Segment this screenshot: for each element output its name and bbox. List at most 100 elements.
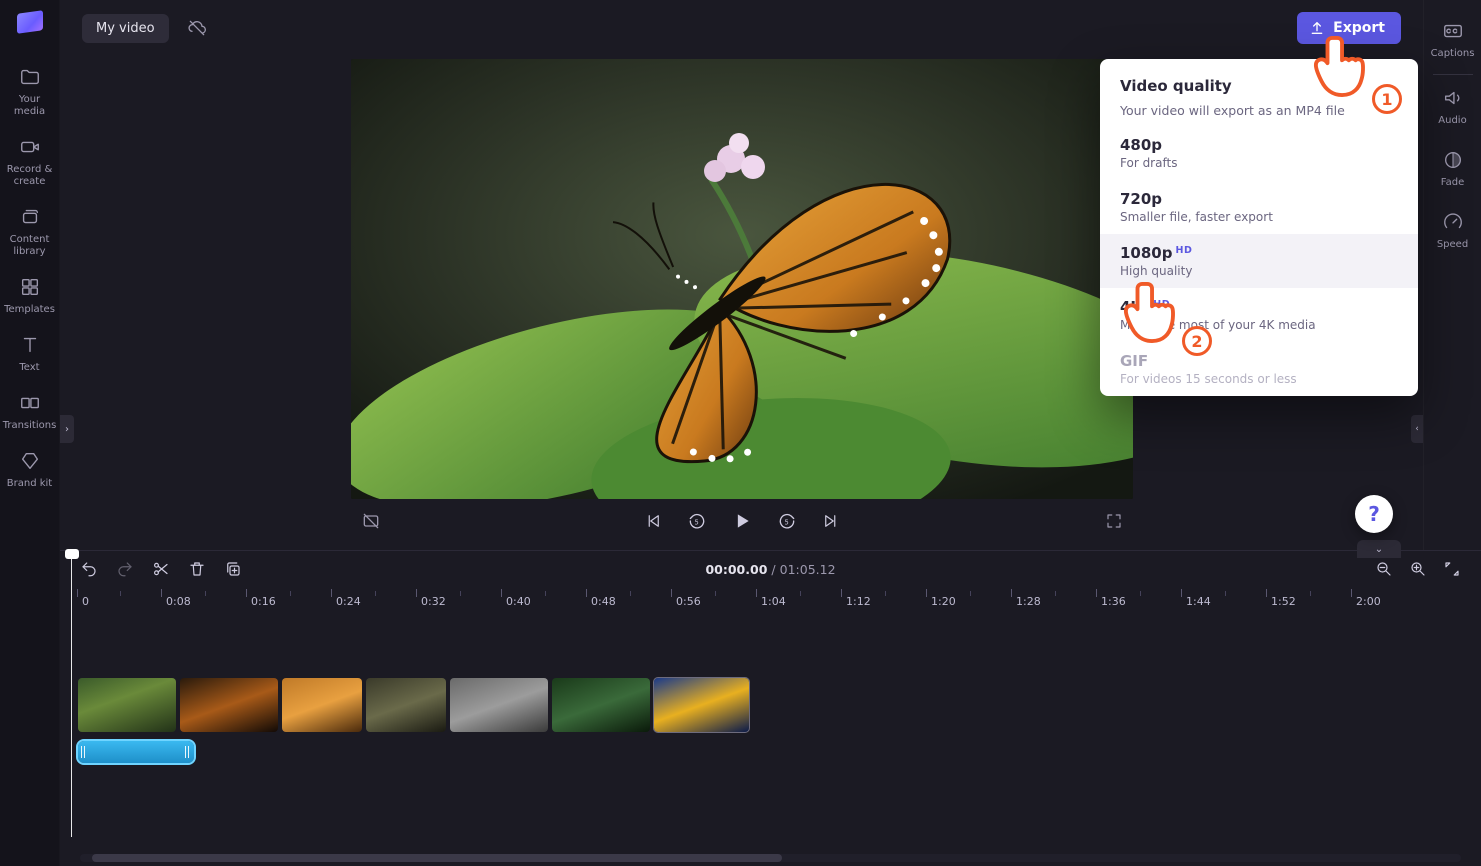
nav-label: Record & create [3,164,57,188]
svg-text:5: 5 [694,518,698,526]
left-sidebar: Your media Record & create Content libra… [0,0,60,866]
ruler-minor-tick [545,591,546,596]
video-clip[interactable] [552,678,650,732]
nav-text[interactable]: Text [1,326,59,384]
timeline-ruler[interactable]: 0 0:080:160:240:320:400:480:561:041:121:… [70,587,1471,613]
transport-controls: 5 5 [351,499,1133,543]
skip-end-icon[interactable] [822,512,840,530]
nav-brandkit[interactable]: Brand kit [1,442,59,500]
scrollbar-thumb[interactable] [92,854,782,862]
brandkit-icon [19,450,41,472]
ruler-tick-label: 0:16 [251,595,276,608]
opt-title: 480p [1120,136,1162,154]
help-button[interactable]: ? [1355,495,1393,533]
right-sidebar: Captions Audio Fade Speed [1423,0,1481,552]
quality-option-1080p[interactable]: 1080pHD High quality [1100,234,1418,288]
opt-desc: For drafts [1120,156,1398,170]
right-captions[interactable]: Captions [1424,10,1481,72]
timeline-scrollbar[interactable] [80,854,1461,862]
quality-option-720p[interactable]: 720p Smaller file, faster export [1100,180,1418,234]
video-clip[interactable] [450,678,548,732]
forward-5-icon[interactable]: 5 [777,511,797,531]
opt-title: 4K [1120,298,1142,316]
opt-title: 720p [1120,190,1162,208]
project-title-chip[interactable]: My video [82,14,169,43]
ruler-tick-label: 1:44 [1186,595,1211,608]
opt-title: 1080p [1120,244,1173,262]
video-clip[interactable] [282,678,362,732]
skip-start-icon[interactable] [644,512,662,530]
quality-option-480p[interactable]: 480p For drafts [1100,126,1418,180]
opt-badge: UHD [1145,299,1170,310]
video-clip[interactable] [366,678,446,732]
ruler-minor-tick [290,591,291,596]
ruler-tick-label: 0:08 [166,595,191,608]
nav-your-media[interactable]: Your media [1,58,59,128]
ruler-minor-tick [1055,591,1056,596]
camera-icon [19,136,41,158]
right-speed[interactable]: Speed [1424,201,1481,263]
ruler-tick-label: 0:48 [591,595,616,608]
nav-content-library[interactable]: Content library [1,198,59,268]
ruler-minor-tick [205,591,206,596]
cloud-sync-off-icon[interactable] [187,18,207,38]
hide-preview-icon[interactable] [361,511,381,531]
timeline: 00:00.00 / 01:05.12 0 0:08 0:16 0:24 0:32 0:… [60,550,1481,866]
ruler-tick-label: 1:12 [846,595,871,608]
opt-desc: For videos 15 seconds or less [1120,372,1398,386]
ruler-minor-tick [1310,591,1311,596]
audio-icon [1442,87,1464,109]
clip-handle-right[interactable] [185,746,191,758]
timecode: 00:00.00 / 01:05.12 [60,562,1481,577]
audio-clip[interactable] [78,741,194,763]
timeline-collapse-handle[interactable]: ⌄ [1357,540,1401,558]
time-sep: / [771,562,775,577]
right-label: Audio [1438,115,1466,127]
right-fade[interactable]: Fade [1424,139,1481,201]
video-clip[interactable] [654,678,749,732]
ruler-tick-label: 1:20 [931,595,956,608]
export-label: Export [1333,20,1385,36]
right-label: Speed [1437,239,1468,251]
clip-handle-left[interactable] [81,746,87,758]
video-clip[interactable] [78,678,176,732]
ruler-tick-label: 2:00 [1356,595,1381,608]
video-clip[interactable] [180,678,278,732]
cc-icon [1442,20,1464,42]
folder-icon [19,66,41,88]
ruler-tick-label: 1:28 [1016,595,1041,608]
ruler-minor-tick [1225,591,1226,596]
current-time: 00:00.00 [705,562,767,577]
ruler-minor-tick [800,591,801,596]
ruler-minor-tick [970,591,971,596]
right-audio[interactable]: Audio [1424,77,1481,139]
ruler-tick-label: 0:32 [421,595,446,608]
timeline-tracks[interactable] [70,613,1471,823]
play-icon[interactable] [732,511,752,531]
text-icon [19,334,41,356]
ruler-start: 0 [82,595,89,608]
svg-text:5: 5 [784,518,788,526]
quality-option-gif[interactable]: GIF For videos 15 seconds or less [1100,342,1418,396]
zoom-out-icon[interactable] [1375,560,1393,578]
fullscreen-icon[interactable] [1105,512,1123,530]
export-button[interactable]: Export [1297,12,1401,44]
opt-desc: Make the most of your 4K media [1120,318,1398,332]
ruler-tick-label: 1:04 [761,595,786,608]
playhead[interactable] [71,551,72,837]
ruler-tick-label: 0:24 [336,595,361,608]
nav-record-create[interactable]: Record & create [1,128,59,198]
rewind-5-icon[interactable]: 5 [687,511,707,531]
ruler-minor-tick [120,591,121,596]
nav-label: Your media [3,94,57,118]
video-preview[interactable] [351,59,1133,499]
nav-templates[interactable]: Templates [1,268,59,326]
nav-transitions[interactable]: Transitions [1,384,59,442]
quality-option-4k[interactable]: 4KUHD Make the most of your 4K media [1100,288,1418,342]
zoom-in-icon[interactable] [1409,560,1427,578]
popover-title: Video quality [1120,77,1398,95]
nav-label: Transitions [3,420,57,432]
ruler-minor-tick [375,591,376,596]
fit-timeline-icon[interactable] [1443,560,1461,578]
nav-label: Brand kit [7,478,52,490]
